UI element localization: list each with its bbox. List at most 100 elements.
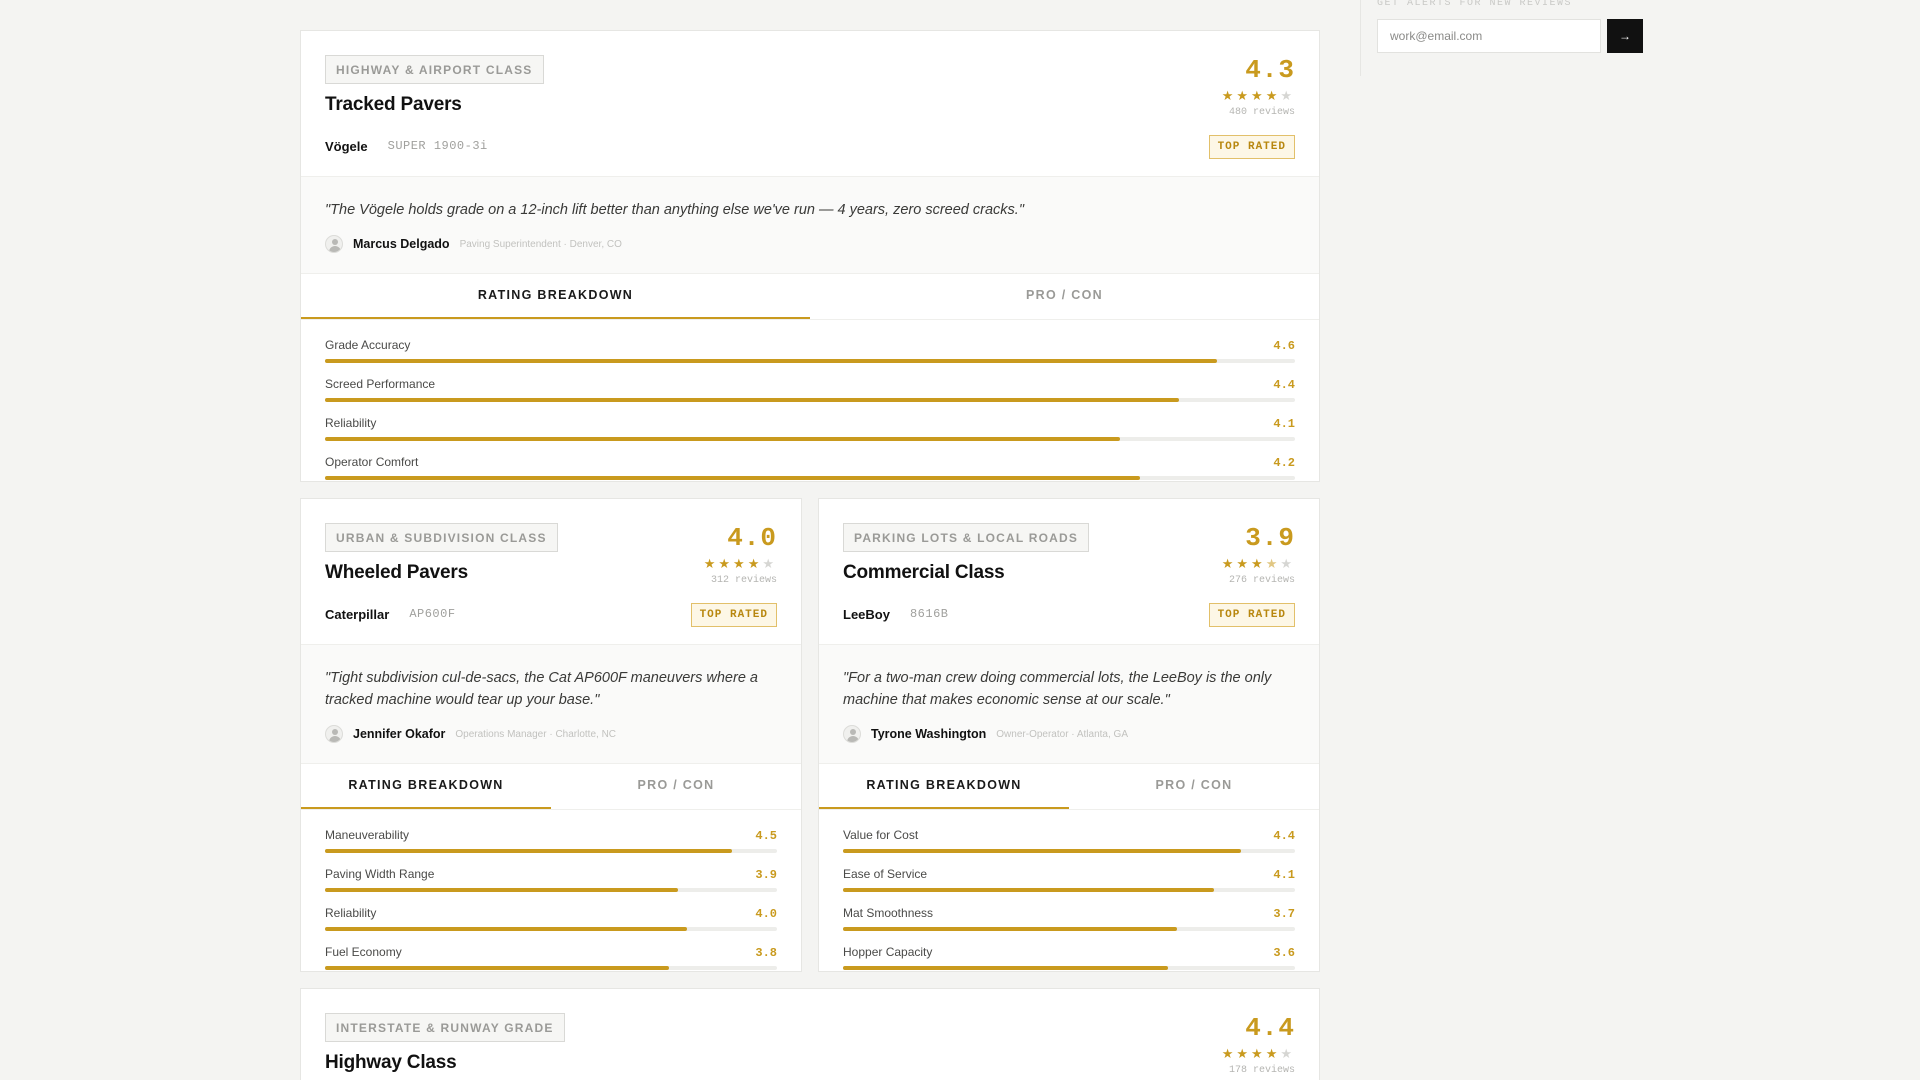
card-title[interactable]: Tracked Pavers [325,94,1295,116]
metric-bar-fill [325,927,687,931]
metric-row: Maneuverability 4.5 [325,828,777,853]
metric-value: 4.2 [1273,456,1295,470]
metric-bar [325,437,1295,441]
card-header: HIGHWAY & AIRPORT CLASS Tracked Pavers V… [301,31,1319,159]
star-icon: ★ [1280,88,1295,103]
star-icon: ★ [718,556,734,571]
metric-row: Reliability 4.0 [325,906,777,931]
metric-value: 4.1 [1273,868,1295,882]
metric-header: Reliability 4.0 [325,906,777,921]
alert-signup: GET ALERTS FOR NEW REVIEWS → [1360,0,1660,76]
metric-row: Ease of Service 4.1 [843,867,1295,892]
tab-rating-breakdown[interactable]: RATING BREAKDOWN [301,274,810,319]
metric-value: 4.4 [1273,829,1295,843]
model-name: AP600F [409,607,456,621]
metric-bar-fill [325,966,669,970]
metric-header: Maneuverability 4.5 [325,828,777,843]
metric-header: Operator Comfort 4.2 [325,455,1295,470]
top-rated-badge: TOP RATED [1208,603,1295,627]
model-name: 8616B [909,607,949,621]
metric-row: Fuel Economy 3.8 [325,945,777,970]
card-header: PARKING LOTS & LOCAL ROADS Commercial Cl… [819,499,1319,627]
card-header: URBAN & SUBDIVISION CLASS Wheeled Pavers… [301,499,801,627]
star-icon: ★ [1236,1046,1252,1061]
make-model-row: Vögele SUPER 1900-3i [325,136,1295,156]
metric-header: Paving Width Range 3.9 [325,867,777,882]
metric-value: 3.8 [755,946,777,960]
star-icon: ★ [703,556,719,571]
overall-score: 4.4 [1245,1013,1295,1043]
metric-value: 4.0 [755,907,777,921]
metric-label: Mat Smoothness [843,906,934,920]
avatar-icon [325,235,343,253]
tab-rating-breakdown[interactable]: RATING BREAKDOWN [819,764,1069,809]
metric-label: Paving Width Range [325,867,435,881]
testimonial-quote: "For a two-man crew doing commercial lot… [843,670,1272,708]
metric-bar [325,398,1295,402]
star-icon: ★ [1280,556,1295,571]
metric-value: 3.9 [755,868,777,882]
overall-score: 4.0 [727,523,777,553]
class-tag: HIGHWAY & AIRPORT CLASS [325,55,544,84]
review-card-wheeled-pavers: URBAN & SUBDIVISION CLASS Wheeled Pavers… [300,498,802,972]
metric-bar-fill [325,849,732,853]
metric-bar-fill [843,966,1169,970]
email-input[interactable] [1377,19,1601,53]
star-icon: ★ [1251,88,1266,103]
metric-bar-fill [843,849,1241,853]
testimonial-quote: "The Vögele holds grade on a 12-inch lif… [325,202,1024,218]
star-icon: ★ [1236,88,1252,103]
avatar-icon [843,725,861,743]
metric-header: Screed Performance 4.4 [325,377,1295,392]
metric-label: Reliability [325,416,377,430]
metric-row: Grade Accuracy 4.6 [325,338,1295,363]
tab-pro-con[interactable]: PRO / CON [810,274,1319,319]
star-icon: ★ [1236,556,1252,571]
metric-label: Ease of Service [843,867,928,881]
star-rating: ★★★★★ [1222,557,1295,570]
metric-header: Ease of Service 4.1 [843,867,1295,882]
top-rated-badge: TOP RATED [690,603,777,627]
metric-label: Maneuverability [325,828,410,842]
metric-label: Screed Performance [325,377,436,391]
metric-bar-fill [325,476,1140,480]
overall-score: 4.3 [1245,55,1295,85]
metric-value: 4.5 [755,829,777,843]
submit-email-button[interactable]: → [1607,19,1643,53]
score-box: 3.9 ★★★★★ 276 reviews [1222,525,1295,586]
card-tabs: RATING BREAKDOWN PRO / CON [819,764,1319,810]
star-icon: ★ [1221,1046,1237,1061]
metric-header: Grade Accuracy 4.6 [325,338,1295,353]
rating-breakdown: Grade Accuracy 4.6 Screed Performance 4.4 Re… [301,320,1319,496]
tab-pro-con[interactable]: PRO / CON [1069,764,1319,809]
metric-bar-fill [325,359,1218,363]
metric-header: Mat Smoothness 3.7 [843,906,1295,921]
star-icon: ★ [1251,556,1266,571]
testimonial: "For a two-man crew doing commercial lot… [819,644,1319,764]
overall-score: 3.9 [1245,523,1295,553]
tab-rating-breakdown[interactable]: RATING BREAKDOWN [301,764,551,809]
star-icon: ★ [1221,88,1237,103]
metric-value: 4.1 [1273,417,1295,431]
metric-bar [843,966,1295,970]
metric-label: Grade Accuracy [325,338,411,352]
card-tabs: RATING BREAKDOWN PRO / CON [301,764,801,810]
testimonial-quote: "Tight subdivision cul-de-sacs, the Cat … [325,670,758,708]
class-tag: URBAN & SUBDIVISION CLASS [325,523,558,552]
star-rating: ★★★★★ [1222,89,1295,102]
metric-bar [843,888,1295,892]
star-icon: ★ [762,556,777,571]
metric-label: Value for Cost [843,828,919,842]
metric-label: Fuel Economy [325,945,402,959]
author-row: Tyrone Washington Owner-Operator · Atlan… [843,725,1295,743]
rating-breakdown: Maneuverability 4.5 Paving Width Range 3.9 R… [301,810,801,986]
metric-label: Reliability [325,906,377,920]
model-name: SUPER 1900-3i [387,139,488,153]
make-name: Caterpillar [325,606,390,622]
metric-bar-fill [325,398,1179,402]
metric-header: Hopper Capacity 3.6 [843,945,1295,960]
metric-bar [325,359,1295,363]
metric-row: Mat Smoothness 3.7 [843,906,1295,931]
card-title[interactable]: Highway Class [325,1052,1295,1074]
tab-pro-con[interactable]: PRO / CON [551,764,801,809]
